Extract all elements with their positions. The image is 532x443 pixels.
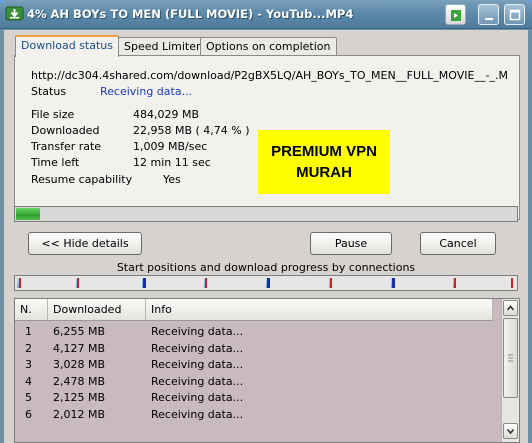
row-info: Receiving data... bbox=[151, 325, 244, 338]
row-number: 5 bbox=[25, 391, 32, 404]
minimize-icon[interactable] bbox=[478, 4, 499, 25]
scroll-thumb[interactable] bbox=[503, 318, 518, 398]
column-header-downloaded[interactable]: Downloaded bbox=[48, 299, 146, 320]
resume-capability-label: Resume capability bbox=[31, 173, 133, 186]
connection-marker bbox=[454, 278, 456, 288]
row-downloaded: 2,125 MB bbox=[53, 391, 106, 404]
row-info: Receiving data... bbox=[151, 374, 244, 388]
chevron-up-icon bbox=[506, 305, 515, 311]
column-header-info[interactable]: Info bbox=[146, 299, 493, 320]
file-size-value: 484,029 MB bbox=[133, 108, 200, 121]
tab-speed-limiter[interactable]: Speed Limiter bbox=[118, 37, 207, 56]
connection-marker bbox=[392, 278, 395, 288]
table-row[interactable]: 4 2,478 MB Receiving data... bbox=[15, 373, 493, 390]
transfer-rate-label: Transfer rate bbox=[31, 140, 102, 153]
scroll-down-button[interactable] bbox=[503, 423, 518, 439]
connection-marker bbox=[77, 278, 79, 288]
pause-button[interactable]: Pause bbox=[310, 232, 392, 255]
table-row[interactable]: 2 4,127 MB Receiving data... bbox=[15, 340, 493, 357]
help-icon[interactable] bbox=[445, 4, 466, 25]
status-label: Status bbox=[31, 85, 67, 98]
resume-capability-value: Yes bbox=[163, 173, 181, 186]
file-size-label: File size bbox=[31, 108, 75, 121]
connection-marker bbox=[143, 278, 146, 288]
row-downloaded: 3,028 MB bbox=[53, 358, 106, 371]
row-info: Receiving data... bbox=[151, 341, 244, 355]
chevron-down-icon bbox=[506, 428, 515, 435]
idm-download-icon[interactable] bbox=[5, 4, 24, 23]
row-number: 6 bbox=[25, 407, 32, 421]
connections-caption: Start positions and download progress by… bbox=[116, 261, 416, 274]
list-scrollbar[interactable] bbox=[501, 299, 519, 442]
row-number: 3 bbox=[25, 358, 32, 371]
table-row[interactable]: 3 3,028 MB Receiving data... bbox=[15, 356, 493, 373]
row-downloaded: 6,255 MB bbox=[53, 325, 106, 338]
time-left-label: Time left bbox=[31, 156, 80, 169]
hide-details-button[interactable]: << Hide details bbox=[28, 232, 142, 255]
row-number: 2 bbox=[25, 341, 32, 355]
downloaded-value: 22,958 MB ( 4,74 % ) bbox=[133, 124, 250, 137]
download-window: 4% AH BOYs TO MEN (FULL MOVIE) - YouTub.… bbox=[0, 0, 532, 443]
row-info: Receiving data... bbox=[151, 407, 244, 421]
table-row[interactable]: 1 6,255 MB Receiving data... bbox=[15, 323, 493, 340]
tab-options-on-completion[interactable]: Options on completion bbox=[200, 37, 337, 56]
row-number: 1 bbox=[25, 325, 32, 338]
row-number: 4 bbox=[25, 374, 32, 388]
connection-marker bbox=[511, 278, 513, 288]
cancel-button[interactable]: Cancel bbox=[420, 232, 496, 255]
row-downloaded: 2,012 MB bbox=[53, 407, 106, 421]
window-title: 4% AH BOYs TO MEN (FULL MOVIE) - YouTub.… bbox=[27, 7, 354, 21]
downloaded-label: Downloaded bbox=[31, 124, 100, 137]
row-info: Receiving data... bbox=[151, 391, 244, 404]
transfer-rate-value: 1,009 MB/sec bbox=[133, 140, 208, 153]
maximize-icon[interactable] bbox=[504, 4, 525, 25]
tab-download-status[interactable]: Download status bbox=[15, 35, 119, 57]
connections-progress-bar bbox=[14, 275, 518, 291]
connections-list[interactable]: N. Downloaded Info 1 6,255 MB Receiving da… bbox=[14, 298, 520, 443]
column-header-n[interactable]: N. bbox=[15, 299, 48, 320]
row-downloaded: 4,127 MB bbox=[53, 341, 106, 355]
promo-line-1: PREMIUM VPN bbox=[271, 143, 377, 160]
time-left-value: 12 min 11 sec bbox=[133, 156, 211, 169]
title-bar[interactable]: 4% AH BOYs TO MEN (FULL MOVIE) - YouTub.… bbox=[0, 0, 532, 29]
row-info: Receiving data... bbox=[151, 358, 244, 371]
list-header: N. Downloaded Info bbox=[15, 299, 493, 321]
connection-marker bbox=[267, 278, 270, 288]
scroll-up-button[interactable] bbox=[503, 300, 518, 316]
table-row[interactable]: 5 2,125 MB Receiving data... bbox=[15, 389, 493, 406]
promo-banner: PREMIUM VPN MURAH bbox=[258, 130, 390, 194]
table-row[interactable]: 6 2,012 MB Receiving data... bbox=[15, 406, 493, 423]
client-area: Download status Speed Limiter Options on… bbox=[4, 30, 528, 443]
download-url: http://dc304.4shared.com/download/P2gBX5… bbox=[31, 69, 509, 82]
status-value: Receiving data... bbox=[100, 85, 193, 98]
row-downloaded: 2,478 MB bbox=[53, 374, 106, 388]
download-status-panel: http://dc304.4shared.com/download/P2gBX5… bbox=[14, 55, 520, 220]
promo-line-2: MURAH bbox=[296, 164, 352, 181]
connection-marker bbox=[19, 278, 21, 288]
connection-marker bbox=[330, 278, 332, 288]
download-progress-bar bbox=[14, 206, 518, 222]
connection-marker bbox=[205, 278, 207, 288]
download-progress-fill bbox=[16, 208, 40, 220]
